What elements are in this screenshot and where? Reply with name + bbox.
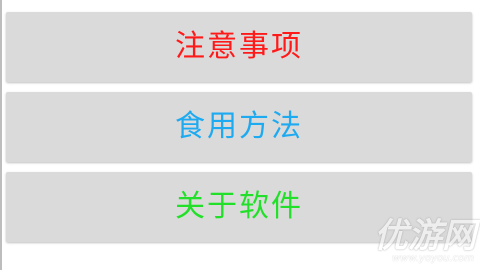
usage-button-label: 食用方法 — [175, 109, 303, 144]
site-watermark: 优游网 www.yoyou.com — [374, 219, 476, 264]
notes-button-label: 注意事项 — [175, 29, 303, 64]
window-left-edge — [0, 0, 2, 270]
watermark-logo-text: 优游网 — [374, 216, 476, 256]
usage-button[interactable]: 食用方法 — [6, 92, 472, 162]
about-software-button-label: 关于软件 — [175, 189, 303, 224]
notes-button[interactable]: 注意事项 — [6, 12, 472, 82]
